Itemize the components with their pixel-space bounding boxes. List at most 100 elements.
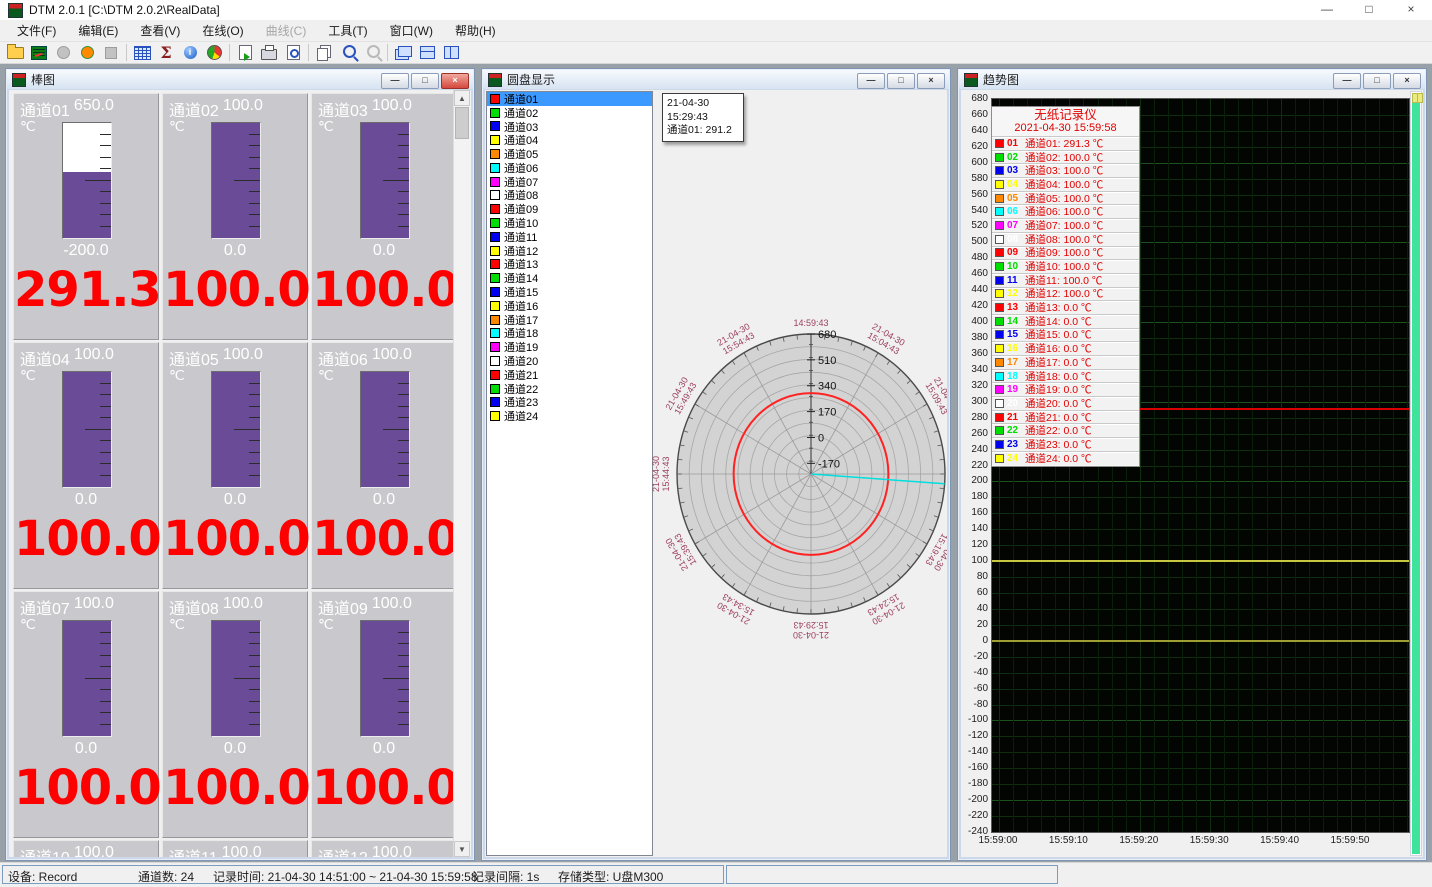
minimize-icon[interactable]: —	[1333, 73, 1361, 89]
scrollbar-thumb[interactable]	[455, 107, 469, 139]
print-button[interactable]	[257, 42, 281, 64]
svg-text:0: 0	[818, 432, 824, 444]
close-icon[interactable]: ×	[917, 73, 945, 89]
realtime-chart-button[interactable]	[27, 42, 51, 64]
print-preview-button[interactable]	[281, 42, 305, 64]
close-icon[interactable]: ×	[441, 73, 469, 89]
minimize-icon[interactable]: —	[857, 73, 885, 89]
channel-number: 08	[1007, 234, 1022, 245]
zoom-in-icon	[343, 45, 356, 58]
disc-window-titlebar[interactable]: 圆盘显示 — □ ×	[483, 70, 949, 89]
minimize-icon[interactable]: —	[381, 73, 409, 89]
channel-label: 通道24	[504, 408, 538, 424]
data-table-button[interactable]	[130, 42, 154, 64]
gauge-tick	[249, 406, 260, 407]
value-tooltip: 21-04-30 15:29:43 通道01: 291.2	[662, 93, 744, 142]
y-tick-label: -160	[961, 762, 988, 773]
record-idle-button[interactable]	[51, 42, 75, 64]
y-tick-label: -180	[961, 778, 988, 789]
scrollbar-track[interactable]	[1412, 103, 1420, 854]
menu-item[interactable]: 工具(T)	[317, 19, 378, 42]
statistics-sigma-button[interactable]: Σ	[154, 42, 178, 64]
menu-item[interactable]: 窗口(W)	[379, 19, 444, 42]
pie-chart-button[interactable]	[202, 42, 226, 64]
scroll-up-icon[interactable]: ▲	[454, 90, 470, 106]
gauge-tick	[100, 689, 111, 690]
legend-row: 11通道11: 100.0 ℃	[992, 273, 1139, 287]
legend-timestamp: 2021-04-30 15:59:58	[992, 122, 1139, 136]
minimize-button[interactable]: —	[1306, 0, 1348, 20]
scroll-down-icon[interactable]: ▼	[454, 841, 470, 857]
gauge-max-value: 100.0	[223, 595, 263, 619]
scrollbar-handle-icon[interactable]	[1417, 93, 1423, 103]
polar-chart[interactable]: 6805103401700-17021-04-3014:59:4321-04-3…	[650, 318, 947, 650]
tile-horizontal-button[interactable]	[415, 42, 439, 64]
channel-color-swatch	[995, 207, 1004, 216]
tile-vertical-button[interactable]	[439, 42, 463, 64]
channel-color-swatch	[995, 303, 1004, 312]
gauge-tick	[249, 417, 260, 418]
gauge-tick	[398, 666, 409, 667]
copy-button[interactable]	[312, 42, 336, 64]
zoom-out-button[interactable]	[360, 42, 384, 64]
close-icon[interactable]: ×	[1393, 73, 1421, 89]
zoom-in-button[interactable]	[336, 42, 360, 64]
zoom-out-icon	[367, 45, 380, 58]
close-button[interactable]: ×	[1390, 0, 1432, 20]
menu-item[interactable]: 帮助(H)	[444, 19, 507, 42]
channel-number: 16	[1007, 343, 1022, 354]
y-tick-label: 200	[961, 475, 988, 486]
maximize-button[interactable]: □	[1348, 0, 1390, 20]
status-item: 记录时间: 21-04-30 14:51:00 ~ 21-04-30 15:59…	[213, 868, 478, 885]
restore-icon[interactable]: □	[887, 73, 915, 89]
gauge-min-value: 0.0	[163, 491, 307, 509]
record-start-button[interactable]	[75, 42, 99, 64]
channel-number: 14	[1007, 316, 1022, 327]
bar-gauge-fill	[63, 621, 111, 736]
gauge-min-value: 0.0	[163, 740, 307, 758]
menu-item[interactable]: 查看(V)	[129, 19, 191, 42]
menu-item[interactable]: 在线(O)	[191, 19, 254, 42]
legend-row: 13通道13: 0.0 ℃	[992, 300, 1139, 314]
y-tick-label: 340	[961, 364, 988, 375]
info-button[interactable]: i	[178, 42, 202, 64]
gauge-tick	[249, 701, 260, 702]
gauge-tick	[383, 429, 409, 430]
legend-row: 05通道05: 100.0 ℃	[992, 191, 1139, 205]
channel-color-swatch	[995, 235, 1004, 244]
restore-icon[interactable]: □	[411, 73, 439, 89]
channel-number: 20	[1007, 398, 1022, 409]
restore-icon[interactable]: □	[1363, 73, 1391, 89]
menu-item[interactable]: 编辑(E)	[67, 19, 129, 42]
dtm-application: { "app": {"title": "DTM 2.0.1 [C:\\DTM 2…	[0, 0, 1432, 875]
channel-number: 05	[1007, 193, 1022, 204]
legend-row: 08通道08: 100.0 ℃	[992, 232, 1139, 246]
record-stop-button[interactable]	[99, 42, 123, 64]
channel-list[interactable]: 通道01通道02通道03通道04通道05通道06通道07通道08通道09通道10…	[486, 91, 653, 856]
print-icon	[261, 49, 277, 60]
menu-item[interactable]: 曲线(C)	[255, 19, 318, 42]
channel-color-swatch	[490, 287, 500, 297]
channel-name: 通道10	[20, 844, 70, 857]
channel-list-item[interactable]: 通道24	[487, 409, 652, 423]
trend-time-scrollbar[interactable]	[1410, 91, 1422, 856]
menu-item[interactable]: 文件(F)	[6, 19, 67, 42]
channel-number: 18	[1007, 371, 1022, 382]
channel-value: 291.3	[14, 262, 158, 318]
legend-row: 04通道04: 100.0 ℃	[992, 177, 1139, 191]
gauge-max-value: 100.0	[223, 346, 263, 370]
bar-window-titlebar[interactable]: 棒图 — □ ×	[7, 70, 473, 89]
open-file-button[interactable]	[3, 42, 27, 64]
gauge-tick	[398, 701, 409, 702]
bar-gauge-fill	[212, 123, 260, 238]
bar-gauge	[211, 620, 261, 737]
legend-row: 10通道10: 100.0 ℃	[992, 259, 1139, 273]
export-button[interactable]	[233, 42, 257, 64]
cascade-windows-button[interactable]	[391, 42, 415, 64]
bar-window-scrollbar[interactable]: ▲ ▼	[453, 90, 471, 857]
channel-reading: 通道24: 0.0 ℃	[1025, 451, 1092, 466]
svg-text:510: 510	[818, 355, 836, 367]
trend-window-titlebar[interactable]: 趋势图 — □ ×	[959, 70, 1425, 89]
gauge-tick	[100, 145, 111, 146]
bar-gauge-panel: 通道03100.0℃0.0100.0	[311, 93, 457, 340]
